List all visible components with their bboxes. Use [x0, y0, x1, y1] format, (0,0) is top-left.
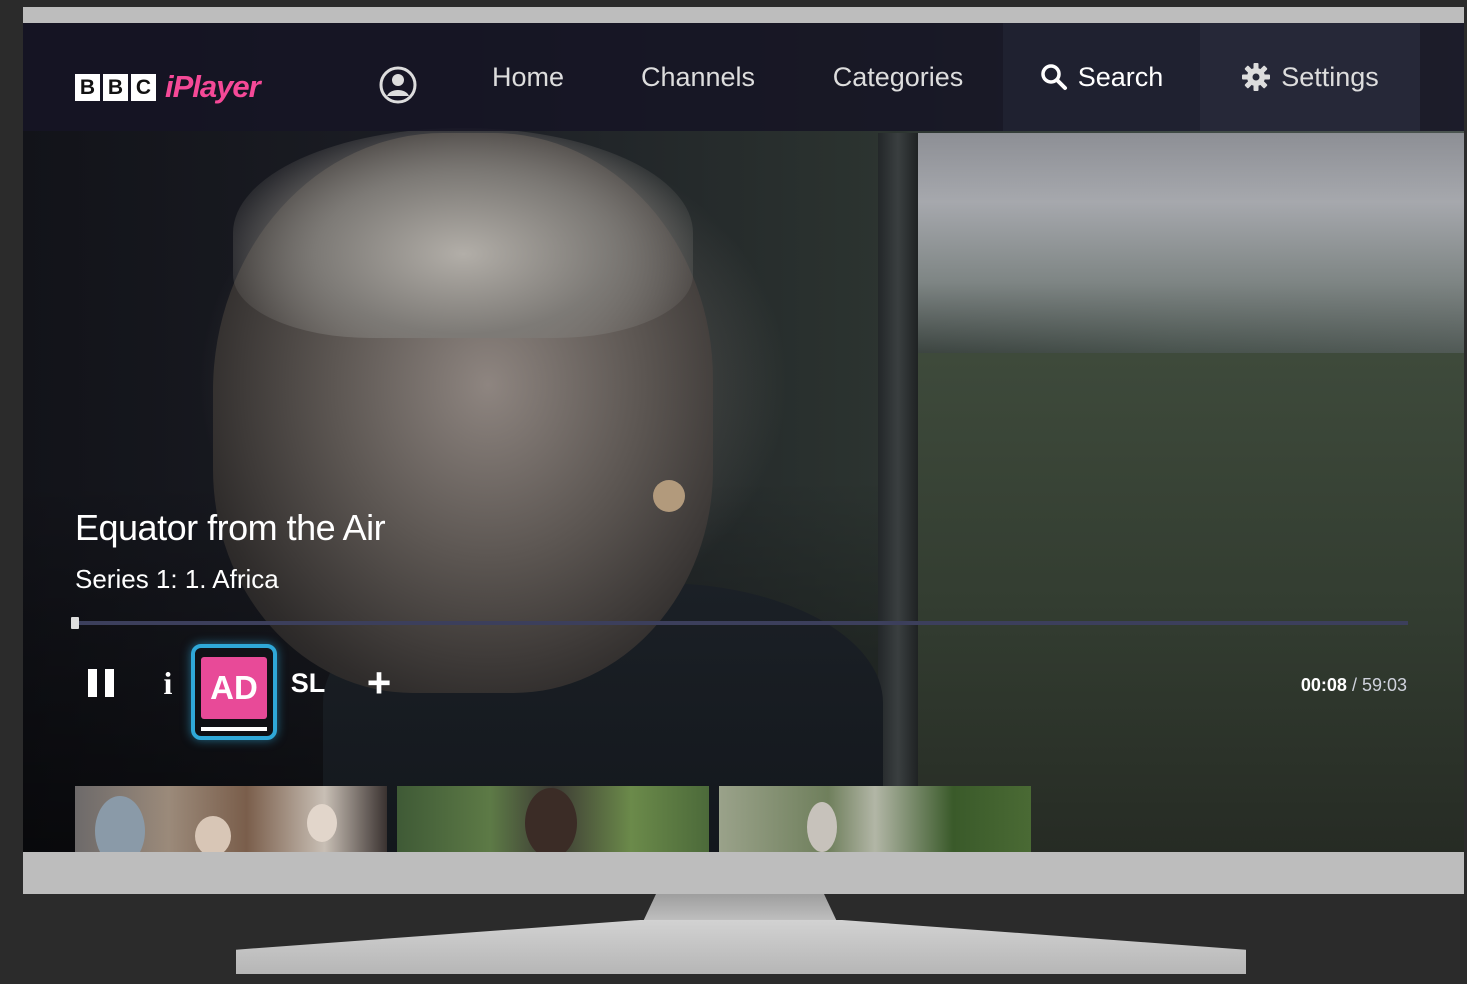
gear-icon: [1242, 63, 1271, 91]
time-separator: /: [1346, 675, 1362, 695]
duration: 59:03: [1361, 675, 1407, 695]
thumbnail-figure: [95, 796, 145, 852]
pause-button[interactable]: [78, 663, 124, 703]
episode-thumbnail[interactable]: [75, 786, 387, 852]
bbc-iplayer-logo[interactable]: B B C iPlayer: [75, 69, 261, 105]
sign-language-button[interactable]: SL: [285, 663, 331, 703]
top-navigation-bar: B B C iPlayer Home Channels Categories S…: [23, 23, 1464, 131]
nav-item-home[interactable]: Home: [468, 23, 588, 131]
audio-description-button[interactable]: AD: [191, 644, 277, 740]
progress-handle[interactable]: [71, 617, 79, 629]
audio-description-active-indicator: [201, 727, 267, 731]
progress-bar[interactable]: [75, 621, 1408, 625]
video-background-land: [903, 353, 1464, 852]
tv-bezel-top: [23, 7, 1464, 23]
video-background-sky: [903, 133, 1464, 363]
tv-bezel-bottom: [23, 852, 1464, 894]
current-time: 00:08: [1300, 675, 1347, 695]
account-icon[interactable]: [378, 65, 418, 105]
nav-item-categories[interactable]: Categories: [808, 23, 988, 131]
thumbnail-figure: [195, 816, 231, 852]
search-icon: [1040, 64, 1067, 90]
episode-title: Series 1: 1. Africa: [75, 564, 279, 594]
nav-item-label: Categories: [832, 61, 964, 92]
nav-item-settings[interactable]: Settings: [1200, 23, 1420, 131]
nav-item-label: Home: [491, 61, 565, 92]
nav-item-search[interactable]: Search: [1003, 23, 1200, 131]
tv-screen: B B C iPlayer Home Channels Categories S…: [23, 23, 1464, 852]
bbc-letter: B: [103, 73, 128, 101]
thumbnail-figure: [807, 802, 837, 852]
info-button[interactable]: i: [153, 663, 183, 703]
bbc-letter: C: [131, 73, 156, 101]
thumbnail-figure: [525, 788, 577, 852]
nav-item-label: Search: [1077, 61, 1164, 92]
nav-item-label: Channels: [640, 61, 756, 92]
episode-thumbnail[interactable]: [719, 786, 1031, 852]
nav-item-label: Settings: [1281, 61, 1379, 92]
iplayer-wordmark: iPlayer: [165, 69, 261, 104]
bbc-letter: B: [75, 73, 100, 101]
audio-description-label: AD: [201, 657, 267, 719]
playback-time: 00:08 / 59:03: [1301, 675, 1407, 696]
tv-stand-base: [236, 920, 1246, 974]
pause-icon: [105, 669, 114, 697]
add-to-list-button[interactable]: +: [359, 659, 399, 707]
video-microphone: [653, 480, 685, 512]
nav-item-channels[interactable]: Channels: [618, 23, 778, 131]
episode-thumbnail[interactable]: [397, 786, 709, 852]
thumbnail-figure: [307, 804, 337, 842]
pause-icon: [88, 669, 97, 697]
video-presenter-hair: [233, 128, 693, 338]
program-title: Equator from the Air: [75, 507, 386, 548]
video-window-frame: [878, 133, 918, 852]
